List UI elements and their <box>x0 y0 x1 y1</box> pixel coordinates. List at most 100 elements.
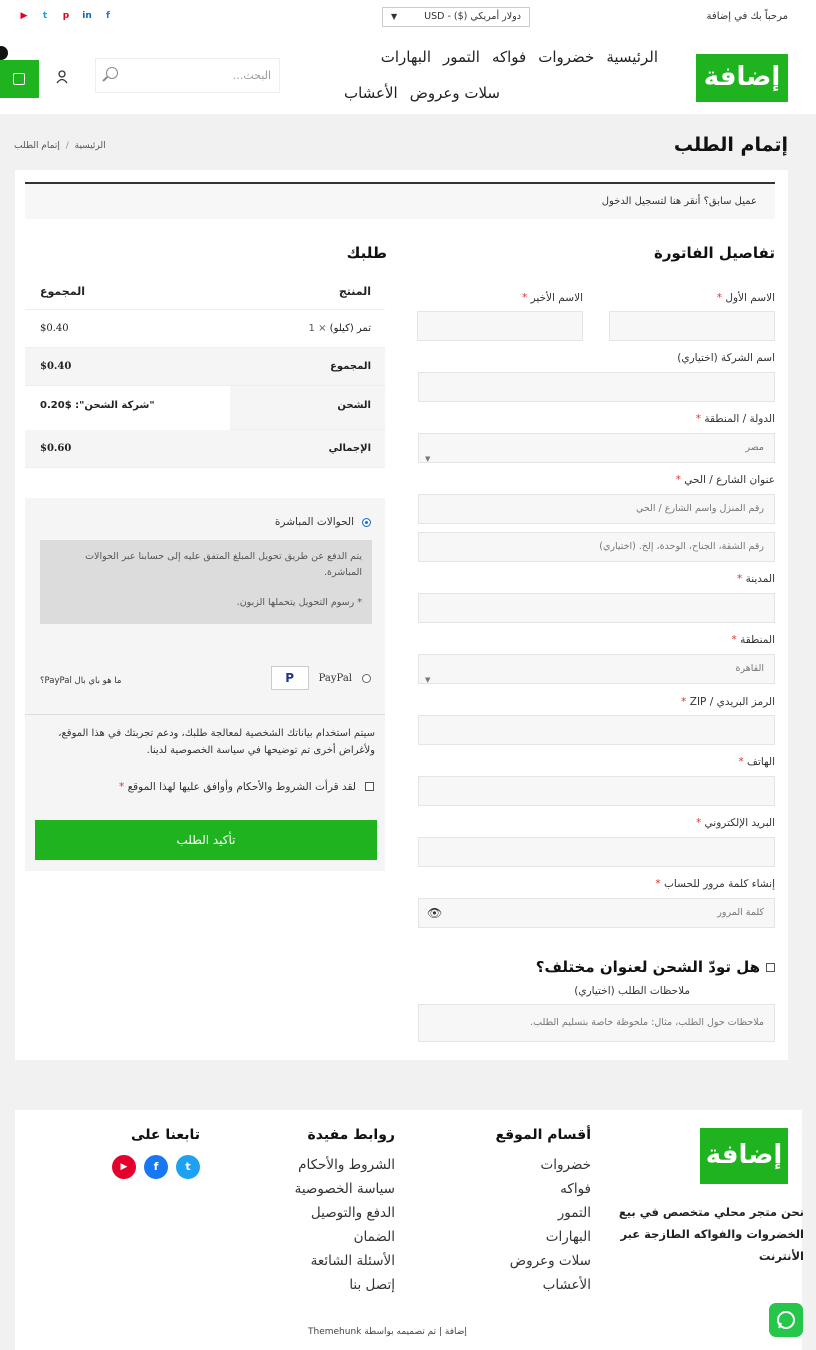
nav-item-herbs[interactable]: الأعشاب <box>344 84 398 102</box>
email-field[interactable] <box>418 837 775 867</box>
footer-follow: تابعنا على t f ▶ <box>100 1127 200 1179</box>
facebook-icon[interactable]: f <box>144 1155 168 1179</box>
country-select[interactable]: مصر ▼ <box>418 433 775 463</box>
footer-link-fruits[interactable]: فواكه <box>421 1177 591 1201</box>
breadcrumb-home[interactable]: الرئيسية <box>75 141 106 151</box>
zip-field[interactable] <box>418 715 775 745</box>
youtube-icon[interactable]: ▶ <box>112 1155 136 1179</box>
email-label: البريد الإلكتروني * <box>695 817 775 829</box>
phone-field[interactable] <box>418 776 775 806</box>
total-label: الإجمالي <box>328 443 371 454</box>
street2-field[interactable]: رقم الشقة، الجناح، الوحدة، إلخ. (اختياري… <box>418 532 775 562</box>
terms-checkbox[interactable] <box>365 782 374 791</box>
payment-method-bank[interactable]: الحوالات المباشرة <box>275 516 371 528</box>
whatsapp-icon[interactable] <box>769 1303 803 1337</box>
currency-select[interactable]: دولار أمريكي ($) - USD ▼ <box>382 7 530 27</box>
order-notes-placeholder: ملاحظات حول الطلب، مثال: ملحوظة خاصة بتس… <box>530 1017 764 1028</box>
street-label: عنوان الشارع / الحي * <box>675 474 775 486</box>
state-select[interactable]: القاهرة ▼ <box>418 654 775 684</box>
youtube-icon[interactable]: ▶ <box>18 10 30 22</box>
footer-link-herbs[interactable]: الأعشاب <box>421 1273 591 1297</box>
footer-link-spices[interactable]: البهارات <box>421 1225 591 1249</box>
chevron-down-icon: ▼ <box>391 12 398 21</box>
subtotal-value: $0.40 <box>40 361 72 372</box>
search-icon[interactable] <box>106 67 118 79</box>
ship-different-label: هل تودّ الشحن لعنوان مختلف؟ <box>535 958 760 976</box>
first-name-label: الاسم الأول * <box>716 292 775 304</box>
footer-link-contact[interactable]: إتصل بنا <box>235 1273 395 1297</box>
password-field[interactable]: كلمة المرور 👁 <box>418 898 775 928</box>
city-field[interactable] <box>418 593 775 623</box>
breadcrumb-current: إتمام الطلب <box>14 141 60 151</box>
order-shipping-row: الشحن "شركة الشحن": $0.20 <box>25 386 385 430</box>
order-subtotal-row: المجموع $0.40 <box>25 348 385 386</box>
footer-link-warranty[interactable]: الضمان <box>235 1225 395 1249</box>
street-field[interactable]: رقم المنزل واسم الشارع / الحي <box>418 494 775 524</box>
state-value: القاهرة <box>735 663 764 674</box>
company-label: اسم الشركة (اختياري) <box>677 352 775 364</box>
footer-link-vegetables[interactable]: خضروات <box>421 1153 591 1177</box>
breadcrumb: الرئيسية / إتمام الطلب <box>14 141 106 151</box>
first-name-field[interactable] <box>609 311 775 341</box>
twitter-icon[interactable]: t <box>176 1155 200 1179</box>
order-notes-field[interactable]: ملاحظات حول الطلب، مثال: ملحوظة خاصة بتس… <box>418 1004 775 1042</box>
cart-button[interactable] <box>0 60 39 98</box>
main-nav-row2: سلات وعروض الأعشاب <box>344 84 500 102</box>
city-label: المدينة * <box>736 573 775 585</box>
bank-description: يتم الدفع عن طريق تحويل المبلغ المتفق عل… <box>40 540 372 624</box>
footer-sections-heading: أقسام الموقع <box>495 1127 591 1143</box>
login-notice[interactable]: عميل سابق؟ أنقر هنا لتسجيل الدخول <box>25 182 775 219</box>
last-name-field[interactable] <box>417 311 583 341</box>
ship-different-checkbox[interactable] <box>766 963 775 972</box>
nav-item-home[interactable]: الرئيسية <box>606 48 658 66</box>
chevron-down-icon: ▼ <box>425 676 431 684</box>
footer-follow-heading: تابعنا على <box>131 1127 200 1143</box>
order-heading: طلبك <box>346 244 387 262</box>
country-label: الدولة / المنطقة * <box>695 413 775 425</box>
nav-item-spices[interactable]: البهارات <box>381 48 431 66</box>
footer-link-payment[interactable]: الدفع والتوصيل <box>235 1201 395 1225</box>
paypal-what-link[interactable]: ما هو باي بال PayPal؟ <box>40 676 121 686</box>
site-logo[interactable]: إضافة <box>696 54 788 102</box>
bank-radio[interactable] <box>362 517 371 527</box>
paypal-radio[interactable] <box>362 673 371 683</box>
linkedin-icon[interactable]: in <box>81 10 93 22</box>
copyright: إضافة | تم تصميمه بواسطة Themehunk <box>308 1327 467 1337</box>
payment-method-paypal[interactable]: PayPal P <box>270 666 371 690</box>
pinterest-icon[interactable]: p <box>60 10 72 22</box>
terms-label[interactable]: لقد قرأت الشروط والأحكام وأوافق عليها له… <box>119 781 356 793</box>
ship-different-toggle[interactable]: هل تودّ الشحن لعنوان مختلف؟ <box>536 958 775 976</box>
footer-social-icons: t f ▶ <box>100 1155 200 1179</box>
twitter-icon[interactable]: t <box>39 10 51 22</box>
place-order-button[interactable]: تأكيد الطلب <box>35 820 377 860</box>
zip-label: الرمز البريدي / ZIP * <box>681 696 775 708</box>
search-input[interactable]: البحث... <box>95 58 280 93</box>
company-field[interactable] <box>418 372 775 402</box>
page-title: إتمام الطلب <box>673 134 788 156</box>
user-icon[interactable] <box>56 70 68 84</box>
footer-link-faq[interactable]: الأسئلة الشائعة <box>235 1249 395 1273</box>
login-notice-text[interactable]: عميل سابق؟ أنقر هنا لتسجيل الدخول <box>602 196 757 207</box>
breadcrumb-separator: / <box>65 141 69 151</box>
footer-link-terms[interactable]: الشروط والأحكام <box>235 1153 395 1177</box>
nav-item-fruits[interactable]: فواكه <box>492 48 526 66</box>
eye-icon[interactable]: 👁 <box>427 899 442 927</box>
footer-link-privacy[interactable]: سياسة الخصوصية <box>235 1177 395 1201</box>
nav-item-baskets[interactable]: سلات وعروض <box>410 84 500 102</box>
top-social-links: ▶ t p in f <box>18 10 114 22</box>
col-product: المنتج <box>338 285 371 298</box>
cart-icon <box>13 73 25 85</box>
footer-sections: أقسام الموقع خضروات فواكه التمور البهارا… <box>421 1127 591 1297</box>
paypal-logo-icon: P <box>270 666 309 690</box>
country-value: مصر <box>745 442 764 453</box>
nav-item-dates[interactable]: التمور <box>443 48 480 66</box>
facebook-icon[interactable]: f <box>102 10 114 22</box>
footer-link-baskets[interactable]: سلات وعروض <box>421 1249 591 1273</box>
phone-label: الهاتف * <box>738 756 775 768</box>
footer-logo[interactable]: إضافة <box>700 1128 788 1184</box>
password-label: إنشاء كلمة مرور للحساب * <box>655 878 775 890</box>
nav-item-vegetables[interactable]: خضروات <box>538 48 594 66</box>
paypal-label: PayPal <box>318 672 352 684</box>
footer-link-dates[interactable]: التمور <box>421 1201 591 1225</box>
order-item-row: تمر (كيلو) × 1 $0.40 <box>25 310 385 348</box>
